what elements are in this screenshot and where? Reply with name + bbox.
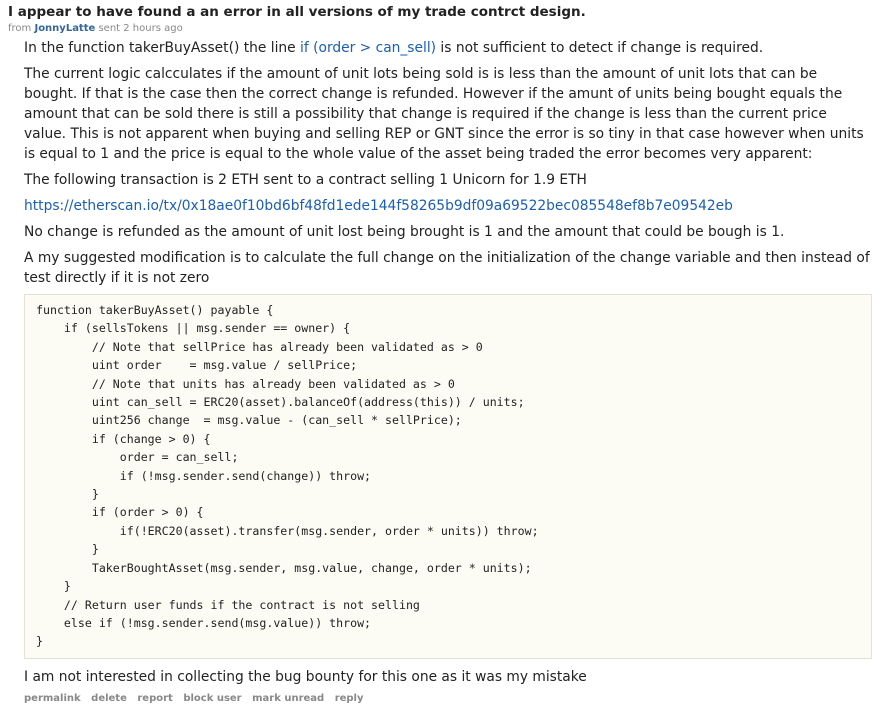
from-label: from: [8, 23, 32, 34]
body-paragraph-2: The current logic calcculates if the amo…: [24, 66, 864, 162]
author-link[interactable]: JonnyLatte: [34, 23, 95, 34]
mark-unread-button[interactable]: mark unread: [252, 693, 324, 704]
p1-before: In the function takerBuyAsset() the line: [24, 40, 301, 56]
code-block: function takerBuyAsset() payable { if (s…: [24, 294, 872, 659]
message: I appear to have found a an error in all…: [8, 4, 876, 704]
etherscan-link[interactable]: https://etherscan.io/tx/0x18ae0f10bd6bf4…: [24, 198, 733, 214]
block-user-button[interactable]: block user: [183, 693, 241, 704]
inline-code-link[interactable]: if (order > can_sell): [300, 40, 436, 56]
sent-time: sent 2 hours ago: [98, 23, 183, 34]
permalink-button[interactable]: permalink: [24, 693, 81, 704]
reply-button[interactable]: reply: [335, 693, 364, 704]
body-paragraph-1: In the function takerBuyAsset() the line…: [24, 38, 872, 58]
message-subject: I appear to have found a an error in all…: [8, 4, 586, 20]
message-tagline: from JonnyLatte sent 2 hours ago: [8, 22, 876, 35]
body-paragraph-6: A my suggested modification is to calcul…: [24, 250, 870, 286]
message-buttons: permalink delete report block user mark …: [24, 693, 876, 704]
report-button[interactable]: report: [137, 693, 172, 704]
message-body: In the function takerBuyAsset() the line…: [24, 38, 872, 687]
body-paragraph-7: I am not interested in collecting the bu…: [24, 668, 587, 685]
body-paragraph-3: The following transaction is 2 ETH sent …: [24, 172, 587, 188]
body-paragraph-4: https://etherscan.io/tx/0x18ae0f10bd6bf4…: [24, 196, 872, 216]
p1-after: is not sufficient to detect if change is…: [436, 40, 764, 56]
body-paragraph-5: No change is refunded as the amount of u…: [24, 224, 785, 240]
delete-button[interactable]: delete: [91, 693, 127, 704]
